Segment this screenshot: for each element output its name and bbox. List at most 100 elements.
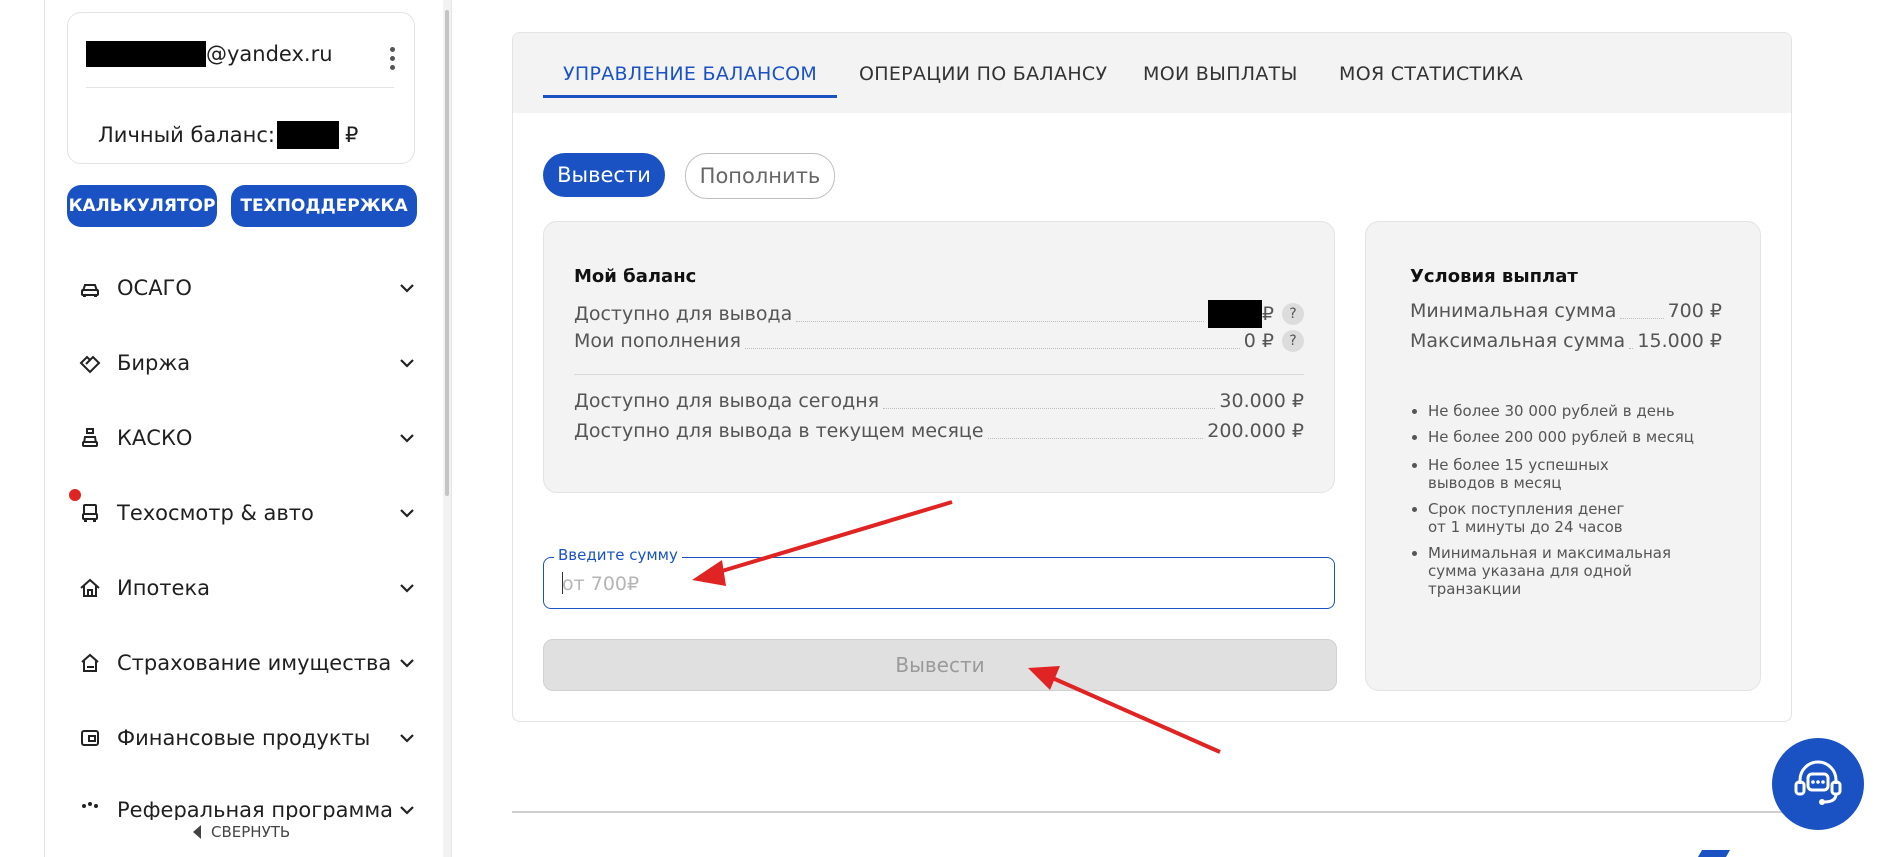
list-item: Не более 30 000 рублей в день bbox=[1428, 402, 1738, 420]
withdraw-submit-button[interactable]: Вывести bbox=[543, 639, 1337, 691]
car-icon bbox=[79, 277, 101, 299]
calculator-button[interactable]: КАЛЬКУЛЯТОР bbox=[67, 185, 217, 227]
card-title: Мой баланс bbox=[574, 266, 697, 287]
redacted-balance bbox=[276, 121, 339, 149]
today-row: Доступно для вывода сегодня 30.000 ₽ bbox=[574, 390, 1304, 412]
balance-label: Личный баланс: bbox=[98, 123, 275, 147]
referral-icon bbox=[79, 800, 101, 820]
chevron-down-icon[interactable] bbox=[397, 503, 417, 523]
max-sum-label: Максимальная сумма bbox=[1410, 330, 1626, 352]
help-icon[interactable]: ? bbox=[1282, 303, 1304, 325]
chevron-down-icon[interactable] bbox=[397, 353, 417, 373]
divider bbox=[574, 374, 1304, 375]
min-sum-row: Минимальная сумма 700 ₽ bbox=[1410, 300, 1722, 322]
wallet-icon bbox=[79, 727, 101, 749]
sidebar-item-label: Ипотека bbox=[117, 576, 210, 600]
list-item: Минимальная и максимальная сумма указана… bbox=[1428, 544, 1673, 598]
balance-panel: УПРАВЛЕНИЕ БАЛАНСОМ ОПЕРАЦИИ ПО БАЛАНСУ … bbox=[512, 32, 1792, 722]
email-suffix: @yandex.ru bbox=[206, 42, 333, 66]
sidebar-item-mortgage[interactable]: Ипотека bbox=[67, 568, 417, 608]
sidebar-item-label: Биржа bbox=[117, 351, 191, 375]
topups-label: Мои пополнения bbox=[574, 330, 741, 352]
redacted-email bbox=[86, 41, 206, 67]
max-sum-row: Максимальная сумма 15.000 ₽ bbox=[1410, 330, 1722, 352]
help-icon[interactable]: ? bbox=[1282, 330, 1304, 352]
tab-balance-operations[interactable]: ОПЕРАЦИИ ПО БАЛАНСУ bbox=[859, 63, 1107, 85]
sidebar-item-label: ОСАГО bbox=[117, 276, 192, 300]
collapse-arrow-icon bbox=[193, 825, 201, 839]
collapse-sidebar-button[interactable]: СВЕРНУТЬ bbox=[193, 823, 290, 841]
available-currency: ₽ bbox=[1261, 303, 1274, 325]
amount-input[interactable] bbox=[560, 568, 1304, 600]
month-row: Доступно для вывода в текущем месяце 200… bbox=[574, 420, 1304, 442]
sidebar-item-referral[interactable]: Реферальная программа bbox=[67, 800, 417, 820]
tab-my-statistics[interactable]: МОЯ СТАТИСТИКА bbox=[1339, 63, 1523, 85]
handshake-icon bbox=[79, 352, 101, 374]
tab-bar: УПРАВЛЕНИЕ БАЛАНСОМ ОПЕРАЦИИ ПО БАЛАНСУ … bbox=[513, 33, 1791, 113]
list-item: Срок поступления денег от 1 минуты до 24… bbox=[1428, 500, 1638, 536]
sidebar-item-label: Страхование имущества bbox=[117, 651, 392, 675]
payout-conditions-card: Условия выплат Минимальная сумма 700 ₽ М… bbox=[1365, 221, 1761, 691]
car-shield-icon bbox=[79, 427, 101, 449]
sidebar-item-label: Реферальная программа bbox=[117, 800, 394, 820]
redacted-available bbox=[1207, 300, 1262, 328]
max-sum-value: 15.000 ₽ bbox=[1637, 330, 1722, 352]
balance-currency: ₽ bbox=[344, 123, 359, 147]
chevron-down-icon[interactable] bbox=[397, 278, 417, 298]
amount-field-label: Введите сумму bbox=[554, 546, 682, 564]
sidebar-item-label: КАСКО bbox=[117, 426, 193, 450]
min-sum-value: 700 ₽ bbox=[1667, 300, 1722, 322]
amount-field[interactable]: Введите сумму bbox=[543, 546, 1335, 609]
active-tab-indicator bbox=[543, 95, 837, 98]
available-label: Доступно для вывода bbox=[574, 303, 793, 325]
topups-row: Мои пополнения 0 ₽ ? bbox=[574, 330, 1304, 352]
list-item: Не более 200 000 рублей в месяц bbox=[1428, 428, 1738, 446]
text-caret bbox=[562, 572, 563, 594]
sidebar-item-osago[interactable]: ОСАГО bbox=[67, 268, 417, 308]
list-item: Не более 15 успешных выводов в месяц bbox=[1428, 456, 1618, 492]
sidebar-item-exchange[interactable]: Биржа bbox=[67, 343, 417, 383]
card-title: Условия выплат bbox=[1410, 266, 1578, 287]
topup-mode-button[interactable]: Пополнить bbox=[685, 153, 835, 199]
more-options-icon[interactable] bbox=[390, 47, 396, 70]
sidebar-item-inspection[interactable]: Техосмотр & авто bbox=[67, 493, 417, 533]
sidebar-item-property-insurance[interactable]: Страхование имущества bbox=[67, 643, 417, 683]
available-row: Доступно для вывода ₽ ? bbox=[574, 300, 1304, 328]
footer-logo-fragment bbox=[1697, 850, 1731, 857]
my-balance-card: Мой баланс Доступно для вывода ₽ ? Мои п… bbox=[543, 221, 1335, 493]
house-icon bbox=[79, 577, 101, 599]
sidebar-item-label: Финансовые продукты bbox=[117, 726, 371, 750]
sidebar-item-financial-products[interactable]: Финансовые продукты bbox=[67, 718, 417, 758]
chevron-down-icon[interactable] bbox=[397, 653, 417, 673]
topups-value: 0 ₽ bbox=[1243, 330, 1274, 352]
today-value: 30.000 ₽ bbox=[1219, 390, 1304, 412]
sidebar: @yandex.ru Личный баланс: ₽ КАЛЬКУЛЯТОР … bbox=[44, 0, 452, 857]
inspection-car-icon bbox=[79, 502, 101, 524]
footer-divider bbox=[512, 811, 1792, 813]
tab-balance-management[interactable]: УПРАВЛЕНИЕ БАЛАНСОМ bbox=[563, 63, 817, 85]
withdraw-mode-button[interactable]: Вывести bbox=[543, 153, 665, 197]
sidebar-scrollbar[interactable] bbox=[443, 0, 451, 857]
month-value: 200.000 ₽ bbox=[1207, 420, 1304, 442]
scrollbar-thumb[interactable] bbox=[445, 10, 449, 496]
support-button[interactable]: ТЕХПОДДЕРЖКА bbox=[231, 185, 417, 227]
chevron-down-icon[interactable] bbox=[397, 428, 417, 448]
min-sum-label: Минимальная сумма bbox=[1410, 300, 1617, 322]
chat-support-button[interactable] bbox=[1772, 738, 1864, 830]
tab-my-payouts[interactable]: МОИ ВЫПЛАТЫ bbox=[1143, 63, 1298, 85]
conditions-list: Не более 30 000 рублей в день Не более 2… bbox=[1410, 402, 1738, 606]
headset-chat-icon bbox=[1788, 752, 1848, 816]
sidebar-item-kasko[interactable]: КАСКО bbox=[67, 418, 417, 458]
month-label: Доступно для вывода в текущем месяце bbox=[574, 420, 984, 442]
divider bbox=[86, 87, 394, 88]
personal-balance: Личный баланс: ₽ bbox=[98, 121, 358, 149]
chevron-down-icon[interactable] bbox=[397, 800, 417, 820]
user-card: @yandex.ru Личный баланс: ₽ bbox=[67, 12, 415, 164]
chevron-down-icon[interactable] bbox=[397, 578, 417, 598]
chevron-down-icon[interactable] bbox=[397, 728, 417, 748]
collapse-label: СВЕРНУТЬ bbox=[211, 823, 291, 841]
today-label: Доступно для вывода сегодня bbox=[574, 390, 880, 412]
property-insurance-icon bbox=[79, 652, 101, 674]
sidebar-item-label: Техосмотр & авто bbox=[117, 501, 314, 525]
email-row: @yandex.ru bbox=[86, 41, 333, 67]
